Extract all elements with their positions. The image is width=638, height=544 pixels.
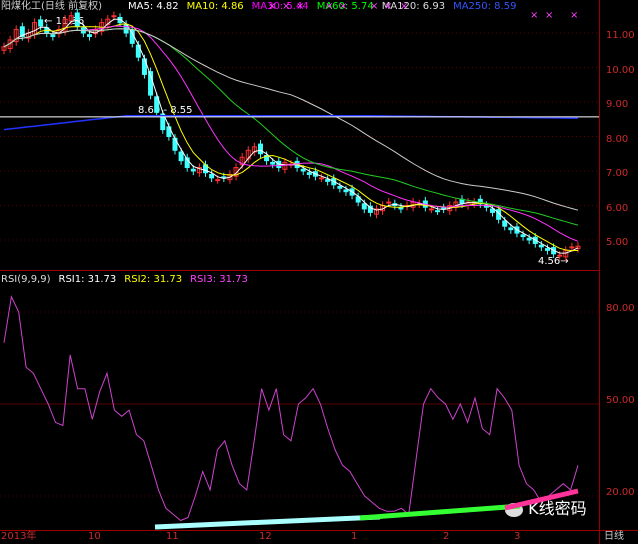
signal-marker: × — [530, 10, 538, 21]
candle-body — [178, 151, 184, 162]
candle-body — [86, 34, 92, 37]
candle-body — [325, 179, 331, 182]
signal-marker: × — [545, 10, 553, 21]
signal-marker: × — [296, 1, 304, 12]
candle-body — [172, 137, 178, 151]
candle-body — [111, 15, 117, 18]
candle-body — [270, 161, 276, 165]
candle-body — [435, 210, 441, 213]
candle-body — [74, 12, 80, 27]
rsi-line — [3, 295, 579, 522]
ma250-line — [3, 115, 578, 131]
candle-body — [319, 177, 325, 180]
signal-marker: × — [384, 1, 392, 12]
candle-body — [215, 179, 221, 182]
candle-body — [361, 203, 367, 210]
signal-marker: × — [400, 1, 408, 12]
candle-body — [209, 173, 215, 179]
candle-body — [386, 201, 392, 204]
candle-body — [306, 172, 312, 175]
candle-body — [544, 248, 550, 251]
candle-body — [257, 143, 263, 155]
chart-canvas: × × × × × × × × × × × — [0, 1, 599, 530]
stock-chart-window: 阳煤化工(日线 前复权) MA5: 4.82 MA10: 4.86 MA30: 5.… — [0, 0, 638, 544]
signal-marker: × — [570, 10, 578, 21]
divergence-line-cyan — [154, 514, 381, 530]
signal-marker: × — [282, 1, 290, 12]
candle-body — [300, 168, 306, 172]
ma10-line — [3, 23, 579, 252]
ma5-line — [3, 18, 579, 254]
candle-body — [508, 227, 514, 231]
candle-body — [343, 189, 349, 193]
divergence-line-green — [359, 503, 521, 521]
signal-marker: × — [325, 1, 333, 12]
candle-body — [538, 244, 544, 248]
candle-body — [190, 168, 196, 172]
candle-body — [50, 34, 56, 37]
candle-body — [502, 220, 508, 227]
signal-marker: × — [339, 1, 347, 12]
candle-body — [428, 208, 434, 211]
candle-body — [526, 237, 532, 241]
signal-marker: × — [268, 1, 276, 12]
ma60-line — [3, 28, 579, 226]
candle-body — [337, 186, 343, 189]
signal-marker: × — [370, 1, 378, 12]
candle-body — [569, 246, 575, 249]
candle-body — [557, 254, 563, 257]
divergence-line-pink — [504, 488, 579, 511]
candle-body — [520, 234, 526, 238]
candle-body — [38, 19, 44, 27]
